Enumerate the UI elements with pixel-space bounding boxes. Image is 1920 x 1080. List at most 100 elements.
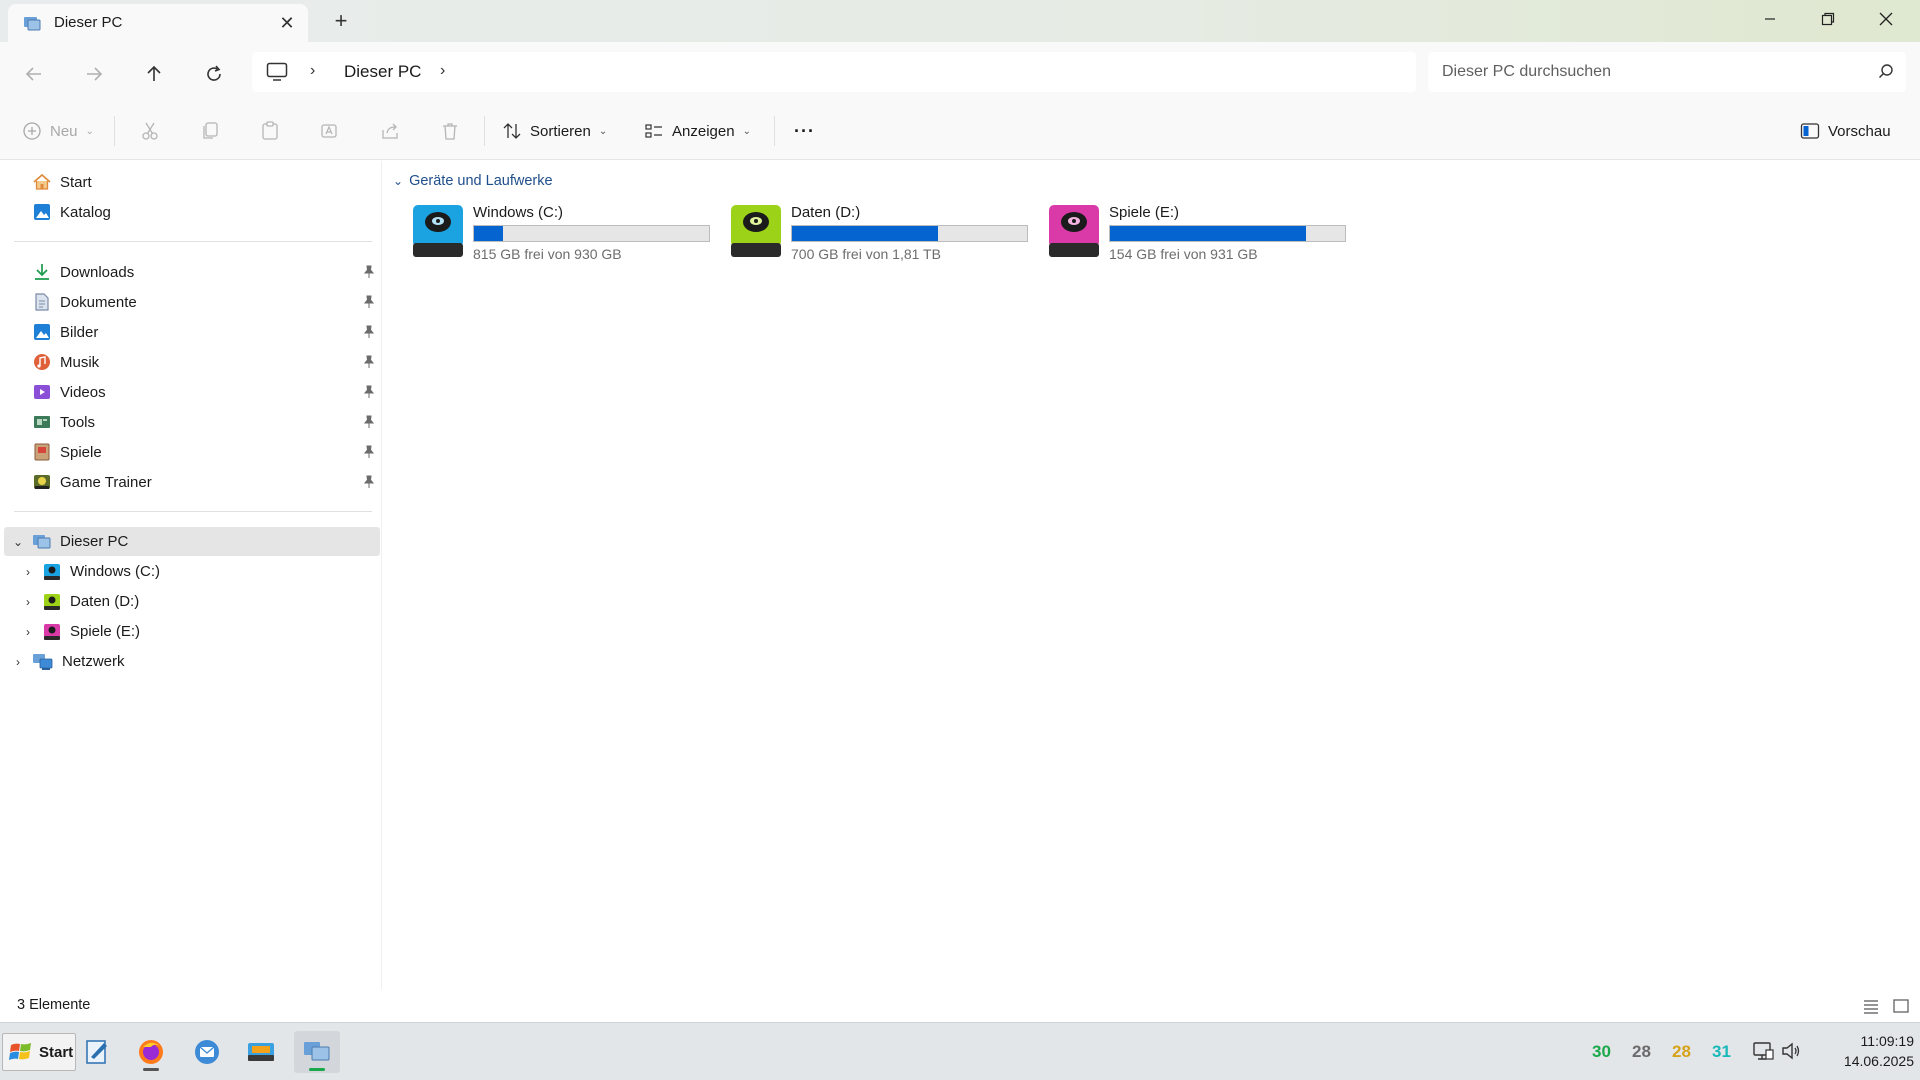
taskbar-app-explorer[interactable] — [294, 1031, 340, 1073]
taskbar-app-firefox[interactable] — [128, 1031, 174, 1073]
search-input[interactable]: Dieser PC durchsuchen — [1428, 52, 1906, 92]
drive-c-icon — [42, 562, 62, 582]
drive-usage-bar — [791, 225, 1028, 242]
view-button[interactable]: Anzeigen ⌄ — [644, 116, 751, 146]
item-count: 3 Elemente — [17, 997, 91, 1013]
start-button[interactable]: Start — [2, 1033, 76, 1071]
delete-button[interactable] — [440, 116, 460, 146]
tree-item-netzwerk[interactable]: › Netzwerk — [4, 647, 380, 676]
this-pc-icon — [24, 17, 41, 31]
sidebar-item-label: Game Trainer — [60, 473, 152, 491]
sidebar-item-spiele[interactable]: Spiele — [32, 438, 102, 466]
sidebar-item-start[interactable]: Start — [32, 168, 92, 196]
chevron-right-icon[interactable]: › — [440, 62, 445, 80]
chevron-right-icon[interactable]: › — [20, 565, 36, 579]
restore-button[interactable] — [1800, 0, 1856, 38]
pin-icon[interactable] — [362, 325, 376, 339]
tools-icon — [32, 412, 52, 432]
pin-icon[interactable] — [362, 415, 376, 429]
breadcrumb-dieser-pc[interactable]: Dieser PC — [344, 62, 421, 82]
taskbar-app-mail[interactable] — [184, 1031, 230, 1073]
new-tab-button[interactable]: + — [328, 8, 354, 34]
pin-icon[interactable] — [362, 295, 376, 309]
status-bar: 3 Elemente — [0, 989, 1920, 1022]
rename-button[interactable] — [320, 116, 340, 146]
divider — [774, 116, 775, 146]
taskbar-app-drive[interactable] — [238, 1031, 284, 1073]
close-tab-icon[interactable]: ✕ — [276, 12, 298, 34]
details-view-icon[interactable] — [1862, 997, 1880, 1015]
chevron-right-icon[interactable]: › — [20, 625, 36, 639]
pin-icon[interactable] — [362, 355, 376, 369]
pin-icon[interactable] — [362, 445, 376, 459]
chevron-right-icon[interactable]: › — [310, 62, 315, 80]
sort-icon — [503, 123, 521, 139]
drive-tile-e[interactable]: Spiele (E:) 154 GB frei von 931 GB — [1047, 203, 1357, 263]
more-icon: ··· — [794, 120, 815, 141]
pin-icon[interactable] — [362, 385, 376, 399]
sort-button[interactable]: Sortieren ⌄ — [502, 116, 607, 146]
preview-button[interactable]: Vorschau — [1800, 116, 1891, 146]
sidebar-item-bilder[interactable]: Bilder — [32, 318, 98, 346]
new-button[interactable]: Neu ⌄ — [22, 116, 94, 146]
sidebar-item-label: Spiele — [60, 443, 102, 461]
network-status-icon[interactable] — [1752, 1041, 1774, 1061]
drive-tile-c[interactable]: Windows (C:) 815 GB frei von 930 GB — [411, 203, 721, 263]
tree-item-spiele-e[interactable]: › Spiele (E:) — [4, 617, 380, 646]
up-button[interactable] — [136, 56, 172, 92]
drive-usage-bar — [473, 225, 710, 242]
sidebar-item-videos[interactable]: Videos — [32, 378, 106, 406]
pin-icon[interactable] — [362, 475, 376, 489]
sidebar-item-label: Start — [60, 173, 92, 191]
group-header-devices[interactable]: ⌄ Geräte und Laufwerke — [393, 173, 553, 189]
clock[interactable]: 11:09:19 14.06.2025 — [1818, 1031, 1914, 1071]
tree-label: Dieser PC — [60, 533, 129, 550]
tree-item-windows-c[interactable]: › Windows (C:) — [4, 557, 380, 586]
arrow-right-icon — [87, 67, 103, 81]
taskbar-app-notes[interactable] — [74, 1031, 120, 1073]
close-window-button[interactable] — [1858, 0, 1914, 38]
copy-button[interactable] — [200, 116, 220, 146]
share-icon — [382, 123, 398, 139]
share-button[interactable] — [380, 116, 400, 146]
volume-icon[interactable] — [1780, 1041, 1802, 1061]
refresh-button[interactable] — [196, 56, 232, 92]
group-label: Geräte und Laufwerke — [409, 173, 553, 189]
divider — [114, 116, 115, 146]
network-icon — [32, 652, 54, 672]
sidebar-item-downloads[interactable]: Downloads — [32, 258, 134, 286]
chevron-down-icon: ⌄ — [393, 174, 404, 188]
drive-app-icon — [248, 1043, 274, 1061]
tree-item-daten-d[interactable]: › Daten (D:) — [4, 587, 380, 616]
sidebar-item-game-trainer[interactable]: Game Trainer — [32, 468, 152, 496]
drive-c-icon — [413, 205, 463, 257]
forward-button[interactable] — [76, 56, 112, 92]
sidebar-item-label: Bilder — [60, 323, 99, 341]
sidebar-item-tools[interactable]: Tools — [32, 408, 95, 436]
preview-pane-icon — [1800, 123, 1820, 139]
cut-button[interactable] — [140, 116, 160, 146]
tab-dieser-pc[interactable]: Dieser PC ✕ — [8, 4, 308, 42]
chevron-down-icon[interactable]: ⌄ — [10, 535, 26, 549]
back-button[interactable] — [16, 56, 52, 92]
chevron-right-icon[interactable]: › — [10, 655, 26, 669]
paste-button[interactable] — [260, 116, 280, 146]
tiles-view-icon[interactable] — [1892, 997, 1910, 1015]
taskbar: Start 30 28 28 31 11:09:19 14.06.2025 — [0, 1022, 1920, 1080]
drive-tile-d[interactable]: Daten (D:) 700 GB frei von 1,81 TB — [729, 203, 1039, 263]
close-icon — [1879, 12, 1893, 26]
pin-icon[interactable] — [362, 265, 376, 279]
chevron-right-icon[interactable]: › — [20, 595, 36, 609]
sidebar-item-dokumente[interactable]: Dokumente — [32, 288, 137, 316]
chevron-down-icon: ⌄ — [85, 125, 94, 137]
address-bar[interactable]: › Dieser PC › — [252, 52, 1416, 92]
tree-item-dieser-pc[interactable]: ⌄ Dieser PC — [4, 527, 380, 556]
drive-e-icon — [1049, 205, 1099, 257]
tree-label: Netzwerk — [62, 653, 125, 670]
minimize-button[interactable] — [1742, 0, 1798, 38]
more-options-button[interactable]: ··· — [794, 116, 815, 146]
temp-readout: 28 — [1672, 1042, 1691, 1061]
sidebar-item-katalog[interactable]: Katalog — [32, 198, 111, 226]
temp-readout: 31 — [1712, 1042, 1731, 1061]
sidebar-item-musik[interactable]: Musik — [32, 348, 99, 376]
